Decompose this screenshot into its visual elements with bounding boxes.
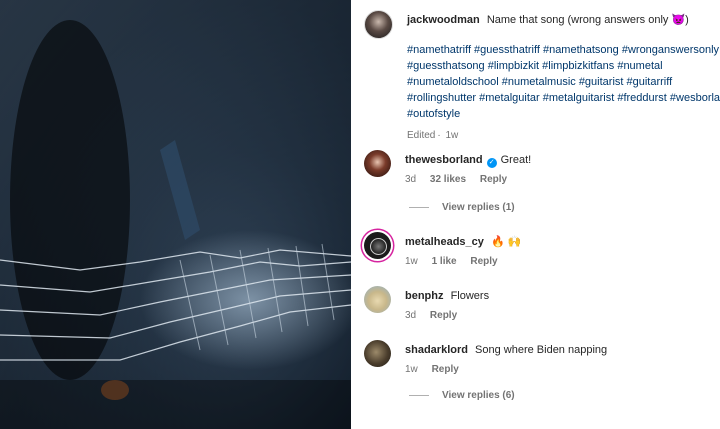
comment-item: metalheads_cy 🔥 🙌 1w 1 like Reply bbox=[364, 232, 521, 270]
post-media-video[interactable] bbox=[0, 0, 351, 429]
reply-button[interactable]: Reply bbox=[432, 364, 459, 375]
guitar-neck-image bbox=[0, 0, 351, 429]
view-replies-button[interactable]: View replies (1) bbox=[409, 202, 515, 213]
reply-button[interactable]: Reply bbox=[430, 310, 457, 321]
devil-emoji-icon: 👿 bbox=[671, 14, 686, 26]
verified-badge-icon: ✓ bbox=[486, 158, 497, 168]
comments-panel: jackwoodman Name that song (wrong answer… bbox=[351, 0, 720, 429]
post-caption: jackwoodman Name that song (wrong answer… bbox=[364, 10, 720, 144]
avatar[interactable] bbox=[364, 286, 391, 313]
caption-hashtags[interactable]: #namethatriff #guessthatriff #namethatso… bbox=[407, 42, 720, 122]
comment-username[interactable]: thewesborland bbox=[405, 154, 483, 166]
caption-username[interactable]: jackwoodman bbox=[407, 14, 480, 26]
avatar[interactable] bbox=[364, 232, 391, 259]
comment-text: Song where Biden napping bbox=[475, 344, 608, 356]
comment-username[interactable]: benphz bbox=[405, 290, 444, 302]
view-replies-button[interactable]: View replies (6) bbox=[409, 390, 515, 401]
caption-meta: Edited · 1w bbox=[407, 130, 459, 141]
comment-text: Great! bbox=[500, 154, 532, 166]
likes-count[interactable]: 1 like bbox=[432, 256, 457, 267]
likes-count[interactable]: 32 likes bbox=[430, 174, 466, 185]
reply-button[interactable]: Reply bbox=[470, 256, 497, 267]
caption-text: Name that song (wrong answers only bbox=[486, 14, 669, 26]
reply-button[interactable]: Reply bbox=[480, 174, 507, 185]
comment-username[interactable]: shadarklord bbox=[405, 344, 468, 356]
comment-item: shadarklord Song where Biden napping 1w … bbox=[364, 340, 607, 378]
comment-item: benphz Flowers 3d Reply bbox=[364, 286, 489, 324]
avatar[interactable] bbox=[364, 340, 391, 367]
avatar[interactable] bbox=[364, 150, 391, 177]
comment-item: thewesborland ✓ Great! 3d 32 likes Reply bbox=[364, 150, 531, 188]
comment-text: 🔥 🙌 bbox=[490, 236, 522, 248]
avatar[interactable] bbox=[364, 10, 393, 39]
comment-username[interactable]: metalheads_cy bbox=[405, 236, 484, 248]
comment-text: Flowers bbox=[450, 290, 490, 302]
